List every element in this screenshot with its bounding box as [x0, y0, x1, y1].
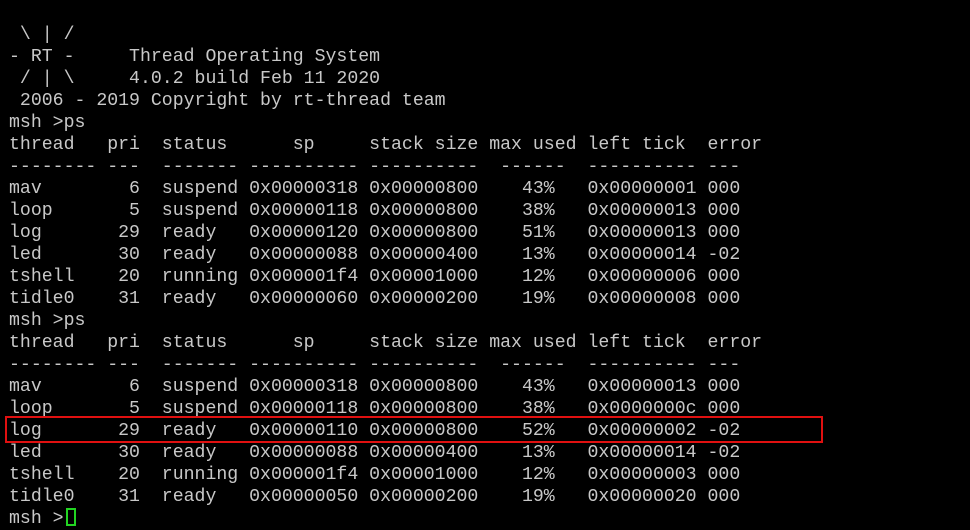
table-row: log 29 ready 0x00000120 0x00000800 51% 0… [9, 223, 741, 243]
table-row: led 30 ready 0x00000088 0x00000400 13% 0… [9, 245, 741, 265]
banner-line: \ | / [9, 25, 75, 45]
command-line: msh >ps [9, 113, 86, 133]
text-cursor [65, 508, 76, 526]
banner-line: 2006 - 2019 Copyright by rt-thread team [9, 91, 446, 111]
table-header: thread pri status sp stack size max used… [9, 333, 763, 353]
table-row: loop 5 suspend 0x00000118 0x00000800 38%… [9, 201, 741, 221]
banner-line: - RT - Thread Operating System [9, 47, 381, 67]
table-row: log 29 ready 0x00000110 0x00000800 52% 0… [9, 421, 741, 441]
terminal-window[interactable]: \ | / - RT - Thread Operating System / |… [0, 0, 970, 530]
table-separator: -------- --- ------- ---------- --------… [9, 355, 741, 375]
table-row: led 30 ready 0x00000088 0x00000400 13% 0… [9, 443, 741, 463]
input-line[interactable]: msh > [9, 508, 762, 530]
table-row: loop 5 suspend 0x00000118 0x00000800 38%… [9, 399, 741, 419]
table-row: tshell 20 running 0x000001f4 0x00001000 … [9, 465, 741, 485]
table-row: tidle0 31 ready 0x00000050 0x00000200 19… [9, 487, 741, 507]
table-row: mav 6 suspend 0x00000318 0x00000800 43% … [9, 179, 741, 199]
table-row: tidle0 31 ready 0x00000060 0x00000200 19… [9, 289, 741, 309]
table-row: tshell 20 running 0x000001f4 0x00001000 … [9, 267, 741, 287]
table-row: mav 6 suspend 0x00000318 0x00000800 43% … [9, 377, 741, 397]
shell-prompt: msh > [9, 509, 64, 529]
terminal-output: \ | / - RT - Thread Operating System / |… [9, 24, 762, 530]
table-separator: -------- --- ------- ---------- --------… [9, 157, 741, 177]
command-line: msh >ps [9, 311, 86, 331]
banner-line: / | \ 4.0.2 build Feb 11 2020 [9, 69, 381, 89]
table-header: thread pri status sp stack size max used… [9, 135, 763, 155]
